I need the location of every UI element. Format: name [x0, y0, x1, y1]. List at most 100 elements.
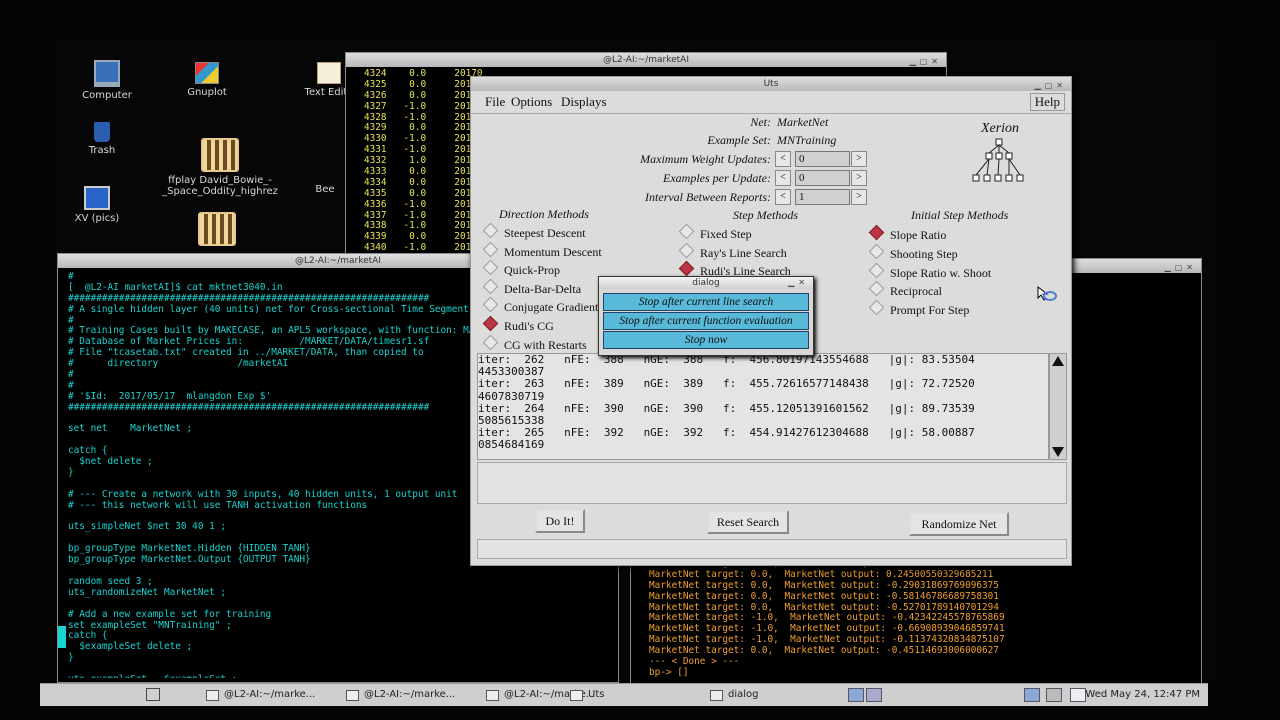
- radio-indicator-icon[interactable]: [482, 297, 499, 313]
- radio-indicator-icon[interactable]: [868, 243, 885, 260]
- menu-displays[interactable]: Displays: [561, 94, 607, 110]
- clock[interactable]: Wed May 24, 12:47 PM: [1085, 687, 1200, 703]
- radio-indicator-icon[interactable]: [482, 315, 499, 332]
- log-line: iter: 265 nFE: 392 nGE: 392 f: 454.91427…: [478, 426, 975, 440]
- editor-icon: [317, 62, 341, 84]
- menu-options[interactable]: Options: [511, 94, 552, 110]
- dialog-titlebar[interactable]: dialog ▁✕: [599, 277, 813, 289]
- radio-option[interactable]: Fixed Step: [678, 223, 752, 242]
- radio-indicator-icon[interactable]: [868, 262, 885, 278]
- desktop-icon-trash[interactable]: Trash: [57, 122, 147, 156]
- window-controls[interactable]: ▁✕: [788, 277, 809, 289]
- window-controls[interactable]: ▁▢✕: [910, 55, 942, 69]
- scroll-down-icon[interactable]: [1052, 447, 1064, 457]
- radio-option[interactable]: Prompt For Step: [868, 299, 969, 318]
- radio-indicator-icon[interactable]: [868, 224, 885, 241]
- film-icon: [201, 138, 239, 172]
- stop-after-function-evaluation-button[interactable]: Stop after current function evaluation: [603, 312, 809, 330]
- increment-button[interactable]: >: [851, 189, 867, 205]
- desktop-icon-bee[interactable]: Bee: [310, 184, 340, 195]
- window-titlebar[interactable]: Uts ▁▢✕: [471, 77, 1071, 91]
- taskbar-item-terminal-1[interactable]: @L2-AI:~/marke...: [204, 687, 315, 703]
- stop-after-line-search-button[interactable]: Stop after current line search: [603, 293, 809, 311]
- radio-option[interactable]: Slope Ratio w. Shoot: [868, 262, 992, 281]
- taskbar-item-uts[interactable]: Uts: [568, 687, 604, 703]
- desktop-icon-ffplay[interactable]: ffplay David_Bowie_-_Space_Oddity_highre…: [160, 138, 280, 197]
- window-controls[interactable]: ▁▢✕: [1165, 261, 1197, 275]
- stop-now-button[interactable]: Stop now: [603, 331, 809, 349]
- radio-option[interactable]: Momentum Descent: [482, 241, 602, 260]
- training-log[interactable]: iter: 262 nFE: 388 nGE: 388 f: 456.80197…: [477, 353, 1049, 460]
- radio-option[interactable]: Delta-Bar-Delta: [482, 278, 581, 297]
- terminal-line: $exampleSet delete ;: [68, 641, 193, 653]
- examples-per-update-label: Examples per Update:: [663, 171, 771, 185]
- desktop-icon-label: Trash: [88, 145, 116, 156]
- decrement-button[interactable]: <: [775, 189, 791, 205]
- terminal-output[interactable]: MarketNet target: -1.0, MarketNet output…: [649, 559, 1197, 681]
- desktop-icon-gnuplot[interactable]: Gnuplot: [162, 62, 252, 98]
- increment-button[interactable]: >: [851, 170, 867, 186]
- randomize-net-button[interactable]: Randomize Net: [909, 512, 1009, 536]
- report-interval-field[interactable]: 1: [795, 189, 850, 205]
- dialog-title: dialog: [692, 278, 720, 288]
- desktop-icon-label: ffplay David_Bowie_-_Space_Oddity_highre…: [162, 175, 278, 197]
- examples-per-update-field[interactable]: 0: [795, 170, 850, 186]
- radio-indicator-icon[interactable]: [868, 281, 885, 297]
- menu-file[interactable]: File: [485, 94, 505, 110]
- trash-icon: [94, 122, 110, 142]
- example-set-label: Example Set:: [707, 133, 771, 147]
- film-icon[interactable]: [198, 212, 236, 246]
- decrement-button[interactable]: <: [775, 151, 791, 167]
- show-desktop-icon[interactable]: [146, 688, 160, 701]
- desktop-icon-xv[interactable]: XV (pics): [52, 186, 142, 224]
- do-it-button[interactable]: Do It!: [535, 509, 585, 533]
- radio-option[interactable]: Steepest Descent: [482, 222, 586, 241]
- radio-indicator-icon[interactable]: [482, 241, 499, 257]
- radio-indicator-icon[interactable]: [678, 242, 695, 258]
- radio-option[interactable]: Reciprocal: [868, 281, 942, 299]
- desktop-icon-computer[interactable]: Computer: [62, 60, 152, 101]
- workspace-switcher-icon[interactable]: [866, 688, 882, 702]
- window-list-icon[interactable]: [1070, 688, 1086, 702]
- volume-icon[interactable]: [1046, 688, 1062, 702]
- desktop-icon-label: Bee: [315, 184, 335, 195]
- network-diagram-icon: [972, 138, 1024, 182]
- radio-indicator-icon[interactable]: [482, 278, 499, 295]
- log-line: iter: 263 nFE: 389 nGE: 389 f: 455.72616…: [478, 377, 975, 391]
- screen: Computer Gnuplot Text Edito Trash ffplay…: [0, 0, 1280, 720]
- radio-option-label: Fixed Step: [700, 227, 752, 241]
- radio-option[interactable]: Ray's Line Search: [678, 242, 787, 261]
- max-weight-updates-label: Maximum Weight Updates:: [640, 152, 771, 166]
- decrement-button[interactable]: <: [775, 170, 791, 186]
- example-set-value: MNTraining: [777, 133, 837, 147]
- radio-option[interactable]: Conjugate Gradient: [482, 297, 598, 315]
- menu-help[interactable]: Help: [1029, 93, 1065, 111]
- workspace-switcher-icon[interactable]: [848, 688, 864, 702]
- radio-option[interactable]: Rudi's CG: [482, 315, 554, 334]
- taskbar: @L2-AI:~/marke... @L2-AI:~/marke... @L2-…: [40, 683, 1208, 706]
- radio-option[interactable]: CG with Restarts: [482, 334, 587, 353]
- radio-indicator-icon[interactable]: [868, 299, 885, 316]
- max-weight-updates-field[interactable]: 0: [795, 151, 850, 167]
- reset-search-button[interactable]: Reset Search: [707, 510, 789, 534]
- taskbar-item-terminal-2[interactable]: @L2-AI:~/marke...: [344, 687, 455, 703]
- radio-indicator-icon[interactable]: [678, 260, 695, 277]
- radio-indicator-icon[interactable]: [678, 223, 695, 240]
- network-icon[interactable]: [1024, 688, 1040, 702]
- radio-option[interactable]: Shooting Step: [868, 243, 958, 262]
- radio-indicator-icon[interactable]: [482, 222, 499, 239]
- log-scrollbar[interactable]: [1049, 353, 1067, 460]
- increment-button[interactable]: >: [851, 151, 867, 167]
- window-titlebar[interactable]: @L2-AI:~/marketAI ▁▢✕: [346, 53, 946, 67]
- menu-bar: File Options Displays Help: [471, 91, 1071, 114]
- radio-option[interactable]: Slope Ratio: [868, 224, 947, 243]
- radio-indicator-icon[interactable]: [482, 334, 499, 350]
- radio-option-label: Slope Ratio: [890, 228, 947, 242]
- radio-option[interactable]: Quick-Prop: [482, 259, 560, 278]
- stop-dialog[interactable]: dialog ▁✕ Stop after current line search…: [598, 276, 814, 356]
- radio-indicator-icon[interactable]: [482, 259, 499, 276]
- radio-option-label: Slope Ratio w. Shoot: [890, 265, 992, 280]
- chart-icon: [195, 62, 219, 84]
- scroll-up-icon[interactable]: [1052, 356, 1064, 366]
- taskbar-item-dialog[interactable]: dialog: [708, 687, 759, 703]
